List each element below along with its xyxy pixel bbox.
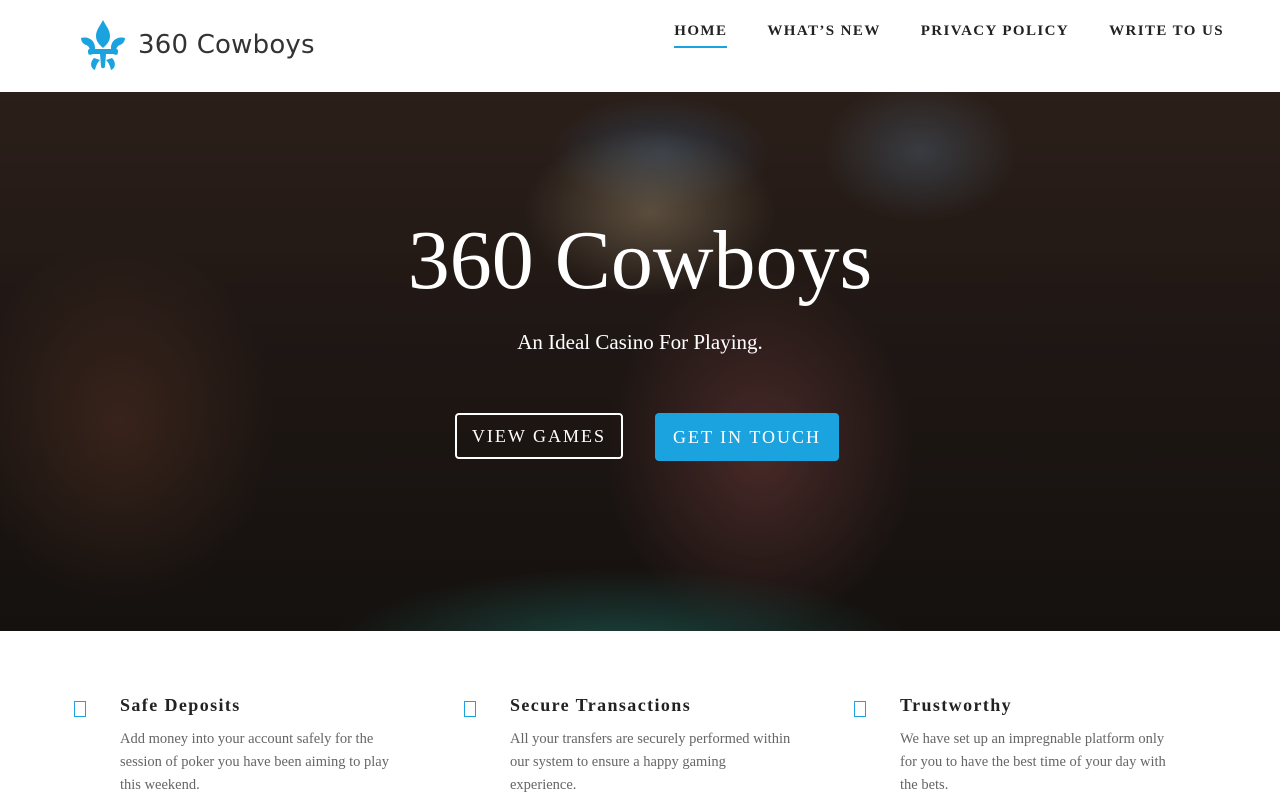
square-icon [74, 701, 86, 717]
nav-privacy-policy[interactable]: PRIVACY POLICY [921, 23, 1069, 48]
feature-title: Safe Deposits [120, 695, 241, 715]
get-in-touch-button[interactable]: GET IN TOUCH [655, 413, 839, 461]
hero-content: 360 Cowboys An Ideal Casino For Playing.… [0, 92, 1280, 631]
nav-whats-new[interactable]: WHAT’S NEW [767, 23, 880, 48]
feature-title: Secure Transactions [510, 695, 692, 715]
main-nav: HOME WHAT’S NEW PRIVACY POLICY WRITE TO … [634, 23, 1224, 48]
hero-subtitle: An Ideal Casino For Playing. [517, 330, 763, 354]
features-section: Safe Deposits Add money into your accoun… [0, 631, 1280, 800]
feature-trustworthy: Trustworthy We have set up an impregnabl… [854, 695, 1184, 797]
feature-text: We have set up an impregnable platform o… [900, 731, 1166, 793]
feature-safe-deposits: Safe Deposits Add money into your accoun… [74, 695, 404, 797]
view-games-button[interactable]: VIEW GAMES [455, 413, 623, 459]
nav-write-to-us[interactable]: WRITE TO US [1109, 23, 1224, 48]
feature-text: All your transfers are securely performe… [510, 731, 791, 793]
hero-title: 360 Cowboys [407, 214, 873, 307]
nav-home[interactable]: HOME [674, 23, 728, 48]
feature-secure-transactions: Secure Transactions All your transfers a… [464, 695, 794, 797]
site-logo[interactable]: 360 Cowboys [78, 18, 315, 72]
square-icon [854, 701, 866, 717]
feature-title: Trustworthy [900, 695, 1013, 715]
hero-banner: 360 Cowboys An Ideal Casino For Playing.… [0, 92, 1280, 631]
header: 360 Cowboys HOME WHAT’S NEW PRIVACY POLI… [0, 0, 1280, 92]
square-icon [464, 701, 476, 717]
logo-text: 360 Cowboys [138, 30, 315, 60]
fleur-de-lis-logo-icon [81, 20, 125, 70]
feature-text: Add money into your account safely for t… [120, 731, 389, 793]
